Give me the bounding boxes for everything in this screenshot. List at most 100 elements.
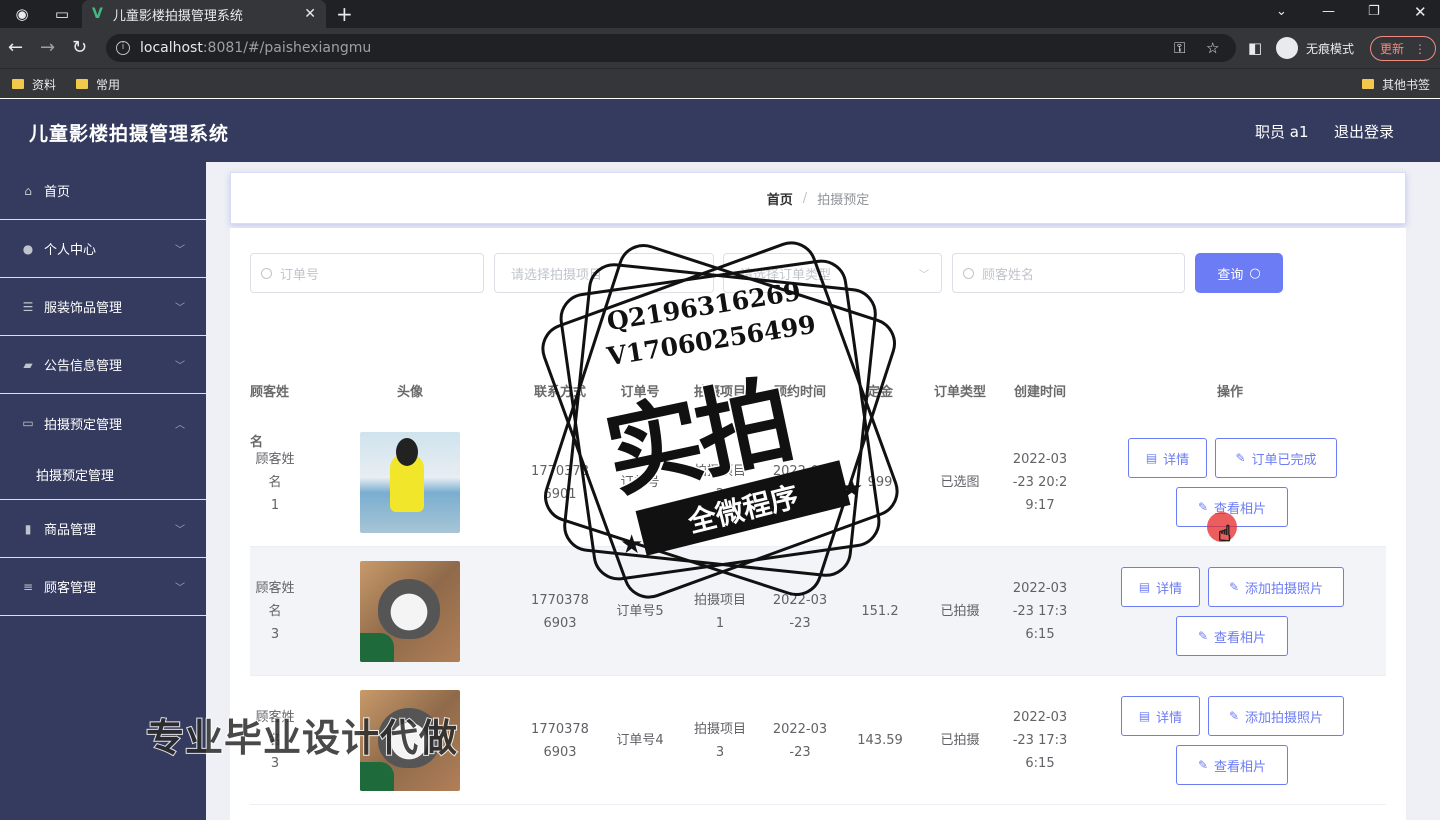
edit-icon: ✎ (1228, 709, 1240, 723)
header-booking-time: 预约时间 (773, 385, 826, 400)
header-phone: 联系方式 (533, 385, 586, 400)
bottom-watermark: 专业毕业设计代做 (145, 715, 459, 761)
view-photos-label: 查看相片 (1214, 759, 1267, 775)
header-actions: 操作 (1216, 385, 1243, 400)
phone-text: 1770378 6903 (531, 592, 589, 631)
phone-text: 1770378 6901 (531, 463, 589, 502)
sidebar-subitem-label: 拍摄预定管理 (36, 469, 115, 484)
current-user: 职员 a1 (1255, 123, 1309, 141)
edit-icon: ✎ (1197, 500, 1209, 514)
cell-avatar (360, 547, 460, 676)
bookmark-folder-0[interactable]: 资料 (12, 69, 56, 99)
sidebar-item-customer[interactable]: ≡ 顾客管理 ﹀ (0, 558, 206, 616)
breadcrumb-home[interactable]: 首页 (767, 189, 793, 208)
sidebar-item-goods[interactable]: ▮ 商品管理 ﹀ (0, 500, 206, 558)
search-icon: ○ (1249, 265, 1261, 281)
order-complete-button[interactable]: ✎ 订单已完成 (1215, 438, 1337, 478)
reload-icon[interactable]: ↻ (72, 28, 87, 68)
order-no-text: 订单号5 (616, 604, 664, 619)
logout-link[interactable]: 退出登录 (1334, 121, 1394, 142)
document-icon: ▤ (1145, 451, 1158, 465)
bookmark-label: 常用 (96, 77, 121, 92)
header-deposit: 定金 (866, 385, 893, 400)
cell-phone: 1770378 6901 (520, 418, 600, 547)
query-label: 查询 (1217, 267, 1244, 283)
site-info-icon[interactable]: i (116, 41, 130, 55)
cell-order-no: 订单号4 (600, 676, 680, 805)
cell-created-time: 2022-03 -23 17:3 6:15 (1000, 676, 1080, 805)
avatar-image (360, 432, 460, 533)
detail-button[interactable]: ▤ 详情 (1121, 696, 1200, 736)
cell-deposit: 143.59 (840, 676, 920, 805)
bookmark-folder-1[interactable]: 常用 (76, 69, 120, 99)
globe-icon[interactable]: ◉ (6, 0, 38, 28)
key-icon[interactable]: ⚿ (1174, 34, 1185, 62)
add-photos-button[interactable]: ✎ 添加拍摄照片 (1208, 567, 1344, 607)
header-order-no: 订单号 (620, 385, 660, 400)
app-header: 儿童影楼拍摄管理系统 职员 a1 退出登录 (0, 99, 1440, 162)
hand-cursor-icon: ☝ (1217, 522, 1232, 548)
maximize-icon[interactable]: ❐ (1368, 0, 1380, 28)
cell-project: 拍摄项目 2 (680, 418, 760, 547)
created-time-text: 2022-03 -23 17:3 6:15 (1012, 710, 1068, 771)
breadcrumb-separator: / (802, 190, 808, 206)
order-no-text: 订单号 (620, 475, 660, 490)
customer-name-input[interactable]: 顾客姓名 (952, 253, 1185, 293)
order-no-input[interactable]: 订单号 (250, 253, 484, 293)
order-type-select[interactable]: 请选择订单类型 ﹀ (723, 253, 942, 293)
cell-booking-time: 2022-03 -23 (760, 676, 840, 805)
sidebar-item-booking[interactable]: ▭ 拍摄预定管理 ︿ (0, 394, 206, 452)
order-no-text: 订单号4 (616, 733, 664, 748)
detail-button[interactable]: ▤ 详情 (1121, 567, 1200, 607)
booking-time-text: 2022-03 -23 (772, 592, 828, 631)
detail-button[interactable]: ▤ 详情 (1128, 438, 1207, 478)
edit-icon: ✎ (1228, 580, 1240, 594)
vue-favicon-icon: V (92, 6, 103, 22)
close-tab-icon[interactable]: ✕ (304, 6, 316, 22)
tab-list-chevron-icon[interactable]: ⌄ (1276, 0, 1287, 28)
order-type-text: 已拍摄 (940, 733, 980, 748)
bookmark-star-icon[interactable]: ☆ (1206, 34, 1219, 62)
sidebar-item-notice[interactable]: ▰ 公告信息管理 ﹀ (0, 336, 206, 394)
view-photos-button[interactable]: ✎ 查看相片 (1176, 745, 1288, 785)
tab-search-icon[interactable]: ▭ (46, 0, 78, 28)
document-icon: ▤ (1138, 580, 1151, 594)
other-bookmarks-label: 其他书签 (1382, 77, 1431, 92)
back-icon[interactable]: ← (8, 28, 23, 68)
chevron-down-icon: ﹀ (175, 245, 185, 256)
sidebar-item-home[interactable]: ⌂ 首页 (0, 162, 206, 220)
project-placeholder: 请选择拍摄项目 (511, 267, 603, 283)
incognito-indicator[interactable]: 无痕模式 (1276, 36, 1354, 60)
browser-address-bar: ← → ↻ i localhost:8081/#/paishexiangmu ⚿… (0, 28, 1440, 68)
side-panel-icon[interactable]: ◧ (1248, 28, 1262, 68)
cell-phone: 1770378 6903 (520, 676, 600, 805)
url-input[interactable]: i localhost:8081/#/paishexiangmu ⚿ ☆ (106, 34, 1236, 62)
sidebar-item-label: 商品管理 (44, 523, 97, 538)
search-icon (261, 267, 272, 279)
update-button[interactable]: 更新 ⋮ (1370, 36, 1436, 61)
chevron-down-icon: ﹀ (175, 583, 185, 594)
sidebar-item-personal-center[interactable]: ● 个人中心 ﹀ (0, 220, 206, 278)
add-photos-button[interactable]: ✎ 添加拍摄照片 (1208, 696, 1344, 736)
customer-name-text: 顾客姓名 3 (255, 581, 295, 642)
table-header: 顾客姓名 头像 联系方式 订单号 拍摄项目 预约时间 定金 订单类型 创建时间 … (250, 368, 1386, 450)
browser-tab-active[interactable]: V 儿童影楼拍摄管理系统 ✕ (82, 0, 326, 28)
view-photos-button[interactable]: ✎ 查看相片 (1176, 616, 1288, 656)
breadcrumb-current: 拍摄预定 (817, 192, 870, 208)
tab-title: 儿童影楼拍摄管理系统 (112, 8, 243, 24)
minimize-icon[interactable]: — (1322, 0, 1335, 28)
chevron-down-icon: ﹀ (919, 269, 929, 281)
sidebar-item-costume[interactable]: ☰ 服装饰品管理 ﹀ (0, 278, 206, 336)
new-tab-icon[interactable]: + (336, 0, 353, 28)
detail-label: 详情 (1156, 581, 1183, 597)
query-button[interactable]: 查询 ○ (1195, 253, 1283, 293)
cell-order-type: 已选图 (920, 418, 1000, 547)
window-close-icon[interactable]: ✕ (1414, 0, 1427, 28)
other-bookmarks[interactable]: 其他书签 (1362, 69, 1430, 99)
project-select[interactable]: 请选择拍摄项目 (494, 253, 714, 293)
forward-icon[interactable]: → (40, 28, 55, 68)
sidebar-subitem-booking[interactable]: 拍摄预定管理 (0, 450, 206, 500)
cell-customer-name: 顾客姓名 1 (250, 418, 300, 547)
cell-booking-time: 2022-03 -23 (760, 547, 840, 676)
booking-time-text: 2022-02 -2 (772, 463, 828, 502)
